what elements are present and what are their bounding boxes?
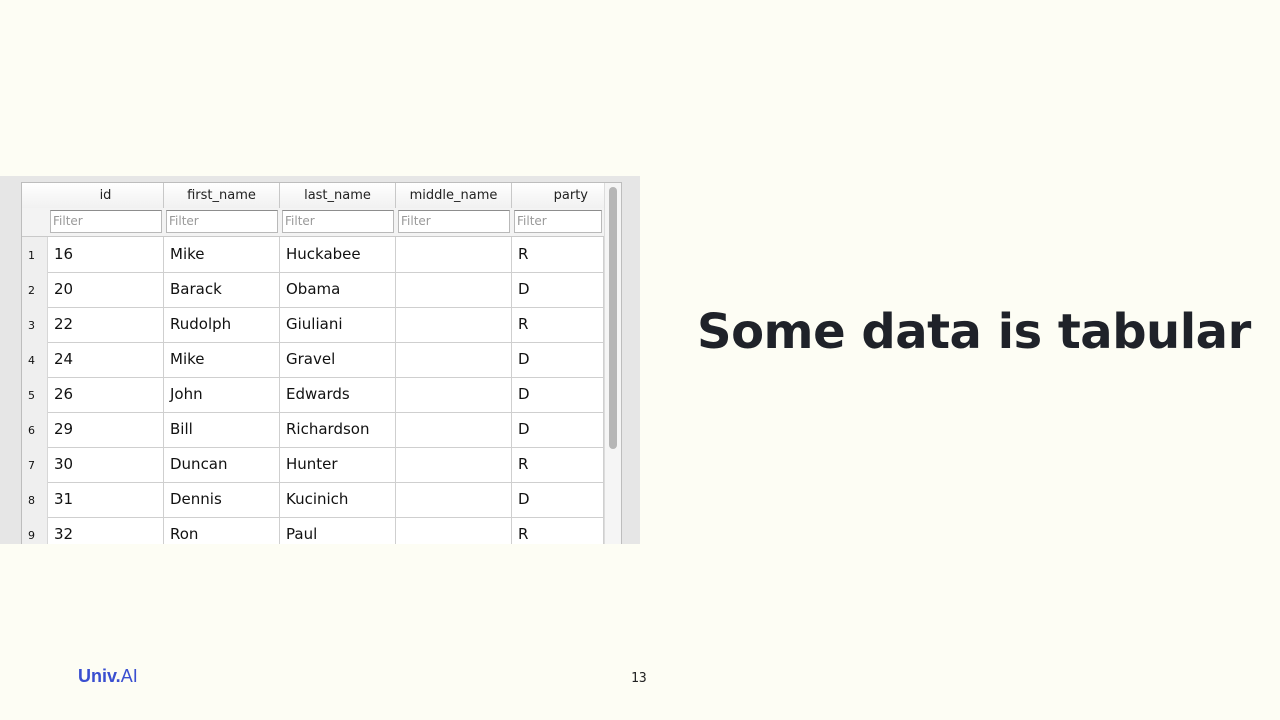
- cell-middle-name[interactable]: [396, 517, 512, 544]
- table-row[interactable]: 9 32 Ron Paul R: [22, 517, 604, 544]
- filter-row: Filter Filter Filter Filter Filter: [22, 208, 604, 237]
- scrollbar-thumb[interactable]: [609, 187, 617, 449]
- column-header-middle-name[interactable]: middle_name: [396, 183, 512, 208]
- row-number[interactable]: 9: [22, 517, 48, 544]
- cell-party[interactable]: D: [512, 377, 604, 412]
- filter-input-middle-name[interactable]: Filter: [398, 210, 510, 233]
- cell-last-name[interactable]: Paul: [280, 517, 396, 544]
- vertical-scrollbar[interactable]: [604, 183, 621, 544]
- slide-title: Some data is tabular: [697, 304, 1251, 360]
- cell-party[interactable]: R: [512, 447, 604, 482]
- column-header-first-name[interactable]: first_name: [164, 183, 280, 208]
- table-row[interactable]: 4 24 Mike Gravel D: [22, 342, 604, 378]
- cell-party[interactable]: D: [512, 272, 604, 307]
- row-number[interactable]: 5: [22, 377, 48, 412]
- cell-first-name[interactable]: Mike: [164, 342, 280, 377]
- filter-input-party[interactable]: Filter: [514, 210, 602, 233]
- row-number[interactable]: 8: [22, 482, 48, 517]
- cell-last-name[interactable]: Kucinich: [280, 482, 396, 517]
- cell-middle-name[interactable]: [396, 447, 512, 482]
- cell-last-name[interactable]: Huckabee: [280, 237, 396, 272]
- row-number[interactable]: 7: [22, 447, 48, 482]
- column-header-id[interactable]: id: [48, 183, 164, 208]
- logo-suffix: AI: [120, 666, 138, 686]
- cell-last-name[interactable]: Edwards: [280, 377, 396, 412]
- cell-id[interactable]: 32: [48, 517, 164, 544]
- column-header-row: id first_name last_name middle_name part…: [22, 183, 604, 208]
- row-number[interactable]: 4: [22, 342, 48, 377]
- cell-first-name[interactable]: Ron: [164, 517, 280, 544]
- cell-middle-name[interactable]: [396, 482, 512, 517]
- cell-first-name[interactable]: John: [164, 377, 280, 412]
- table-row[interactable]: 3 22 Rudolph Giuliani R: [22, 307, 604, 343]
- cell-party[interactable]: R: [512, 307, 604, 342]
- cell-last-name[interactable]: Obama: [280, 272, 396, 307]
- table-row[interactable]: 6 29 Bill Richardson D: [22, 412, 604, 448]
- cell-id[interactable]: 30: [48, 447, 164, 482]
- cell-middle-name[interactable]: [396, 272, 512, 307]
- cell-first-name[interactable]: Rudolph: [164, 307, 280, 342]
- row-number-header: [22, 183, 48, 208]
- column-header-last-name[interactable]: last_name: [280, 183, 396, 208]
- table-row[interactable]: 7 30 Duncan Hunter R: [22, 447, 604, 483]
- cell-first-name[interactable]: Duncan: [164, 447, 280, 482]
- cell-last-name[interactable]: Richardson: [280, 412, 396, 447]
- cell-middle-name[interactable]: [396, 377, 512, 412]
- filter-input-id[interactable]: Filter: [50, 210, 162, 233]
- cell-id[interactable]: 16: [48, 237, 164, 272]
- cell-party[interactable]: D: [512, 412, 604, 447]
- cell-first-name[interactable]: Barack: [164, 272, 280, 307]
- table-row[interactable]: 1 16 Mike Huckabee R: [22, 237, 604, 273]
- data-grid: id first_name last_name middle_name part…: [21, 182, 622, 544]
- cell-id[interactable]: 31: [48, 482, 164, 517]
- cell-party[interactable]: R: [512, 237, 604, 272]
- cell-last-name[interactable]: Giuliani: [280, 307, 396, 342]
- table-row[interactable]: 5 26 John Edwards D: [22, 377, 604, 413]
- cell-id[interactable]: 26: [48, 377, 164, 412]
- cell-first-name[interactable]: Dennis: [164, 482, 280, 517]
- table-row[interactable]: 2 20 Barack Obama D: [22, 272, 604, 308]
- cell-party[interactable]: D: [512, 482, 604, 517]
- cell-id[interactable]: 29: [48, 412, 164, 447]
- table-screenshot: id first_name last_name middle_name part…: [0, 176, 640, 544]
- column-header-party[interactable]: party: [512, 183, 604, 208]
- cell-party[interactable]: R: [512, 517, 604, 544]
- row-number[interactable]: 2: [22, 272, 48, 307]
- logo-main: Univ: [78, 666, 116, 686]
- cell-last-name[interactable]: Gravel: [280, 342, 396, 377]
- page-number: 13: [631, 671, 647, 686]
- row-number[interactable]: 3: [22, 307, 48, 342]
- filter-input-last-name[interactable]: Filter: [282, 210, 394, 233]
- table-row[interactable]: 8 31 Dennis Kucinich D: [22, 482, 604, 518]
- univ-ai-logo: Univ.AI: [78, 666, 138, 687]
- row-number[interactable]: 1: [22, 237, 48, 272]
- filter-input-first-name[interactable]: Filter: [166, 210, 278, 233]
- cell-party[interactable]: D: [512, 342, 604, 377]
- cell-last-name[interactable]: Hunter: [280, 447, 396, 482]
- cell-middle-name[interactable]: [396, 412, 512, 447]
- cell-first-name[interactable]: Mike: [164, 237, 280, 272]
- filter-row-spacer: [22, 208, 48, 236]
- cell-middle-name[interactable]: [396, 307, 512, 342]
- cell-id[interactable]: 22: [48, 307, 164, 342]
- cell-id[interactable]: 20: [48, 272, 164, 307]
- cell-middle-name[interactable]: [396, 342, 512, 377]
- cell-first-name[interactable]: Bill: [164, 412, 280, 447]
- row-number[interactable]: 6: [22, 412, 48, 447]
- cell-id[interactable]: 24: [48, 342, 164, 377]
- cell-middle-name[interactable]: [396, 237, 512, 272]
